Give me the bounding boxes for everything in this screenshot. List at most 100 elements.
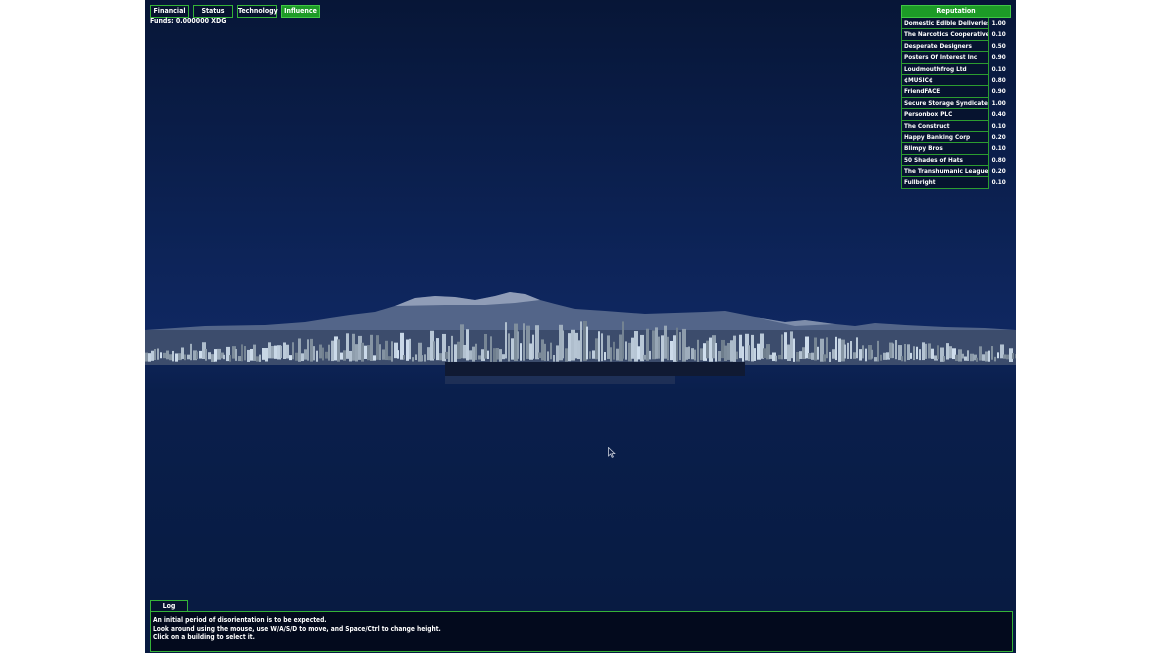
reputation-corp-name[interactable]: Desperate Designers bbox=[901, 40, 989, 53]
reputation-corp-name[interactable]: FriendFACE bbox=[901, 86, 989, 98]
building bbox=[187, 354, 190, 360]
building bbox=[988, 350, 990, 362]
building bbox=[670, 340, 673, 361]
building bbox=[463, 344, 466, 359]
reputation-value: 0.10 bbox=[991, 30, 1006, 39]
building bbox=[826, 337, 828, 359]
building bbox=[391, 341, 393, 362]
building bbox=[553, 354, 555, 362]
reputation-corp-name[interactable]: Secure Storage Syndicate bbox=[901, 97, 989, 110]
building bbox=[565, 348, 568, 362]
building bbox=[238, 356, 241, 362]
building bbox=[397, 350, 399, 359]
reputation-value: 0.10 bbox=[991, 64, 1006, 73]
building bbox=[454, 344, 457, 362]
building bbox=[316, 350, 318, 362]
building bbox=[1015, 354, 1016, 359]
reputation-corp-name[interactable]: The Construct bbox=[901, 120, 989, 132]
building bbox=[244, 346, 246, 361]
building bbox=[328, 344, 330, 361]
building bbox=[184, 354, 186, 361]
reputation-row: 50 Shades of Hats 0.80 bbox=[901, 154, 1011, 167]
building bbox=[424, 354, 426, 362]
building bbox=[916, 346, 918, 360]
building bbox=[895, 340, 897, 360]
building bbox=[472, 346, 475, 362]
building bbox=[781, 334, 783, 360]
building bbox=[910, 352, 912, 359]
building bbox=[976, 357, 978, 362]
reputation-corp-name[interactable]: Posters Of Interest Inc bbox=[901, 52, 989, 64]
building bbox=[223, 354, 225, 360]
building bbox=[385, 340, 388, 361]
building bbox=[778, 354, 781, 360]
building bbox=[568, 333, 571, 362]
building bbox=[322, 347, 324, 361]
building bbox=[445, 351, 448, 359]
building bbox=[613, 341, 615, 360]
reputation-row: Domestic Edible Deliveries 1.00 bbox=[901, 18, 1011, 30]
log-line: An initial period of disorientation is t… bbox=[153, 616, 327, 624]
reputation-corp-name[interactable]: Loudmouthfrog Ltd bbox=[901, 63, 989, 75]
building bbox=[532, 334, 534, 359]
building bbox=[313, 346, 315, 361]
reputation-corp-name[interactable]: Blimpy Bros bbox=[901, 143, 989, 155]
building bbox=[523, 323, 525, 361]
building bbox=[727, 342, 730, 360]
building bbox=[589, 351, 591, 359]
building bbox=[823, 354, 826, 362]
building bbox=[379, 344, 381, 361]
game-viewport[interactable]: Financial Status Technology Influence Fu… bbox=[145, 0, 1016, 653]
building bbox=[985, 351, 988, 362]
building bbox=[484, 333, 487, 359]
reputation-row: The Transhumanic League 0.20 bbox=[901, 166, 1011, 178]
reputation-row: The Construct 0.10 bbox=[901, 120, 1011, 132]
building bbox=[451, 335, 453, 362]
building bbox=[928, 343, 931, 359]
log-tab[interactable]: Log bbox=[150, 600, 188, 611]
tab-technology[interactable]: Technology bbox=[237, 5, 278, 18]
building bbox=[253, 344, 256, 361]
building bbox=[415, 354, 417, 361]
building bbox=[289, 355, 292, 361]
building bbox=[784, 332, 787, 360]
reputation-corp-name[interactable]: Happy Banking Corp bbox=[901, 131, 989, 144]
building bbox=[208, 352, 211, 360]
building bbox=[190, 343, 192, 361]
reputation-panel: Reputation Domestic Edible Deliveries 1.0… bbox=[901, 5, 1011, 189]
reputation-corp-name[interactable]: Personbox PLC bbox=[901, 109, 989, 121]
building bbox=[604, 352, 606, 361]
reputation-corp-name[interactable]: Fullbright bbox=[901, 177, 989, 189]
building bbox=[145, 352, 148, 362]
reputation-corp-name[interactable]: The Narcotics Cooperative bbox=[901, 29, 989, 41]
building bbox=[649, 350, 651, 360]
city-scene[interactable] bbox=[145, 0, 1016, 653]
building bbox=[601, 333, 603, 362]
building bbox=[655, 327, 658, 359]
building bbox=[769, 354, 772, 359]
reputation-corp-name[interactable]: ¢MUSIC¢ bbox=[901, 74, 989, 87]
funds-readout: Funds: 0.000000 XDG bbox=[150, 17, 227, 25]
building bbox=[496, 347, 499, 360]
building bbox=[1003, 354, 1006, 359]
tab-influence[interactable]: Influence bbox=[281, 5, 320, 18]
building bbox=[715, 342, 717, 362]
building bbox=[661, 335, 664, 362]
building bbox=[994, 356, 996, 362]
building bbox=[562, 330, 564, 359]
building bbox=[343, 350, 346, 361]
building bbox=[622, 321, 624, 359]
mouse-cursor-icon bbox=[608, 447, 616, 458]
building bbox=[436, 338, 439, 361]
building bbox=[955, 354, 958, 361]
building bbox=[742, 346, 744, 362]
building bbox=[961, 353, 964, 359]
reputation-corp-name[interactable]: 50 Shades of Hats bbox=[901, 154, 989, 167]
reputation-corp-name[interactable]: The Transhumanic League bbox=[901, 166, 989, 178]
building bbox=[235, 348, 237, 361]
reputation-corp-name[interactable]: Domestic Edible Deliveries bbox=[901, 18, 989, 30]
building bbox=[718, 351, 721, 362]
building bbox=[550, 342, 552, 360]
building bbox=[175, 353, 178, 362]
building bbox=[421, 355, 423, 362]
